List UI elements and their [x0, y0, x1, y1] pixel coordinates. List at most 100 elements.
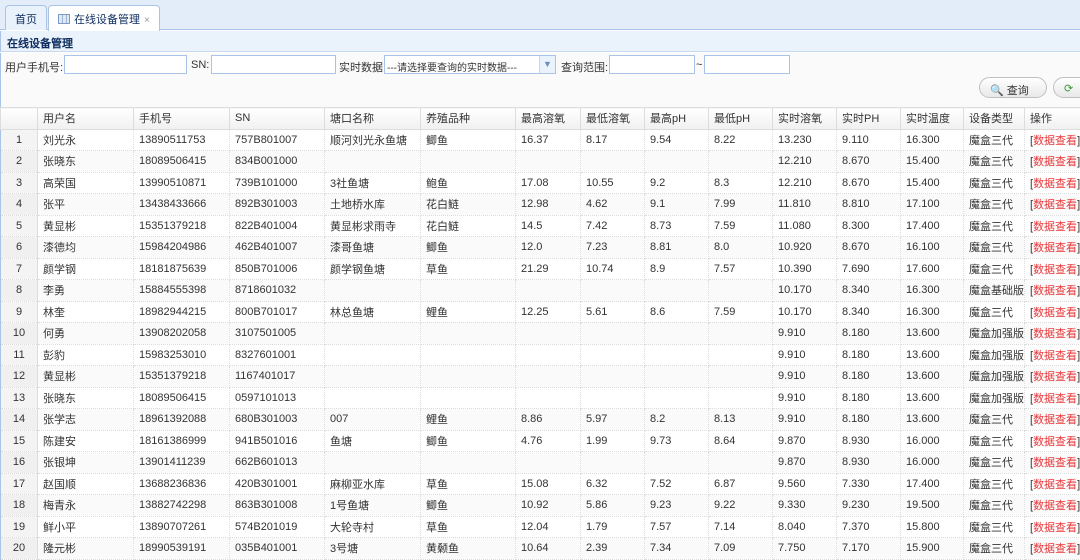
column-header[interactable]: 用户名	[38, 108, 134, 130]
view-data-link[interactable]: 数据查看	[1033, 307, 1077, 319]
table-cell	[421, 323, 516, 345]
table-row[interactable]: 6漆德均15984204986462B401007漆哥鱼塘鲫鱼12.07.238…	[1, 237, 1080, 259]
table-row[interactable]: 10何勇1390820205831075010059.9108.18013.60…	[1, 323, 1080, 345]
column-header[interactable]: 实时PH	[837, 108, 901, 130]
table-row[interactable]: 18梅青永13882742298863B3010081号鱼塘鲫鱼10.925.8…	[1, 495, 1080, 517]
table-row[interactable]: 20隆元彬18990539191035B4010013号塘黄颡鱼10.642.3…	[1, 538, 1080, 560]
table-cell	[325, 280, 421, 302]
action-cell: [数据查看][	[1025, 280, 1080, 302]
phone-input[interactable]	[64, 55, 187, 74]
row-number: 10	[1, 323, 38, 345]
view-data-link[interactable]: 数据查看	[1033, 393, 1077, 405]
table-cell	[325, 452, 421, 474]
table-row[interactable]: 13张晓东1808950641505971010139.9108.18013.6…	[1, 387, 1080, 409]
table-cell: 魔盒三代	[964, 237, 1025, 259]
table-cell: 鲫鱼	[421, 237, 516, 259]
view-data-link[interactable]: 数据查看	[1033, 199, 1077, 211]
column-header[interactable]: 操作	[1025, 108, 1080, 130]
table-cell: 757B801007	[230, 129, 325, 151]
table-row[interactable]: 4张平13438433666892B301003土地桥水库花白鲢12.984.6…	[1, 194, 1080, 216]
view-data-link[interactable]: 数据查看	[1033, 328, 1077, 340]
view-data-link[interactable]: 数据查看	[1033, 522, 1077, 534]
realtime-select[interactable]: ---请选择要查询的实时数据---▼	[384, 55, 556, 74]
view-data-link[interactable]: 数据查看	[1033, 285, 1077, 297]
table-cell: 6.32	[581, 473, 645, 495]
tab-online-devices[interactable]: 在线设备管理×	[48, 5, 160, 31]
view-data-link[interactable]: 数据查看	[1033, 457, 1077, 469]
column-header[interactable]: 养殖品种	[421, 108, 516, 130]
reset-button[interactable]: ⟳	[1053, 77, 1080, 98]
table-row[interactable]: 11彭豹1598325301083276010019.9108.18013.60…	[1, 344, 1080, 366]
table-cell	[421, 280, 516, 302]
grid-icon	[58, 14, 70, 24]
table-cell	[645, 323, 709, 345]
phone-label: 用户手机号:	[5, 59, 63, 75]
table-row[interactable]: 2张晓东18089506415834B00100012.2108.67015.4…	[1, 151, 1080, 173]
realtime-select-value: ---请选择要查询的实时数据---	[387, 63, 517, 74]
table-row[interactable]: 15陈建安18161386999941B501016鱼塘鲫鱼4.761.999.…	[1, 430, 1080, 452]
table-row[interactable]: 16张银坤13901411239662B6010139.8708.93016.0…	[1, 452, 1080, 474]
view-data-link[interactable]: 数据查看	[1033, 178, 1077, 190]
table-row[interactable]: 5黄显彬15351379218822B401004黄显彬求雨寺花白鲢14.57.…	[1, 215, 1080, 237]
column-header[interactable]: 实时溶氧	[773, 108, 837, 130]
table-cell: 18961392088	[134, 409, 230, 431]
column-header[interactable]	[1, 108, 38, 130]
close-icon[interactable]: ×	[144, 15, 150, 26]
column-header[interactable]: SN	[230, 108, 325, 130]
table-row[interactable]: 7颜学钢18181875639850B701006颜学钢鱼塘草鱼21.2910.…	[1, 258, 1080, 280]
view-data-link[interactable]: 数据查看	[1033, 264, 1077, 276]
table-cell: 9.560	[773, 473, 837, 495]
table-row[interactable]: 1刘光永13890511753757B801007顺河刘光永鱼塘鲫鱼16.378…	[1, 129, 1080, 151]
view-data-link[interactable]: 数据查看	[1033, 371, 1077, 383]
range-to-input[interactable]	[704, 55, 790, 74]
view-data-link[interactable]: 数据查看	[1033, 436, 1077, 448]
table-row[interactable]: 9林奎18982944215800B701017林总鱼塘鲤鱼12.255.618…	[1, 301, 1080, 323]
table-cell: 魔盒三代	[964, 258, 1025, 280]
table-row[interactable]: 14张学志18961392088680B301003007鲤鱼8.865.978…	[1, 409, 1080, 431]
table-cell: 大轮寺村	[325, 516, 421, 538]
view-data-link[interactable]: 数据查看	[1033, 414, 1077, 426]
column-header[interactable]: 塘口名称	[325, 108, 421, 130]
view-data-link[interactable]: 数据查看	[1033, 156, 1077, 168]
query-button[interactable]: 🔍 查询	[979, 77, 1047, 98]
view-data-link[interactable]: 数据查看	[1033, 242, 1077, 254]
action-cell: [数据查看][	[1025, 366, 1080, 388]
action-cell: [数据查看][	[1025, 387, 1080, 409]
table-cell: 李勇	[38, 280, 134, 302]
table-cell: 16.300	[901, 301, 964, 323]
view-data-link[interactable]: 数据查看	[1033, 135, 1077, 147]
view-data-link[interactable]: 数据查看	[1033, 500, 1077, 512]
table-cell: 9.110	[837, 129, 901, 151]
table-cell: 7.09	[709, 538, 773, 560]
column-header[interactable]: 实时温度	[901, 108, 964, 130]
table-row[interactable]: 17赵国顺13688236836420B301001麻柳亚水库草鱼15.086.…	[1, 473, 1080, 495]
sn-input[interactable]	[211, 55, 336, 74]
table-row[interactable]: 3高荣国13990510871739B1010003社鱼塘鲍鱼17.0810.5…	[1, 172, 1080, 194]
table-cell: 草鱼	[421, 473, 516, 495]
tab-home[interactable]: 首页	[5, 5, 47, 30]
column-header[interactable]: 最高pH	[645, 108, 709, 130]
table-cell: 9.910	[773, 387, 837, 409]
table-cell: 草鱼	[421, 516, 516, 538]
range-from-input[interactable]	[609, 55, 695, 74]
table-cell: 张银坤	[38, 452, 134, 474]
view-data-link[interactable]: 数据查看	[1033, 221, 1077, 233]
table-row[interactable]: 8李勇15884555398871860103210.1708.34016.30…	[1, 280, 1080, 302]
view-data-link[interactable]: 数据查看	[1033, 350, 1077, 362]
action-cell: [数据查看][	[1025, 301, 1080, 323]
table-cell: 17.400	[901, 215, 964, 237]
table-cell: 漆哥鱼塘	[325, 237, 421, 259]
table-cell: 12.04	[516, 516, 581, 538]
table-row[interactable]: 12黄显彬1535137921811674010179.9108.18013.6…	[1, 366, 1080, 388]
table-row[interactable]: 19鲜小平13890707261574B201019大轮寺村草鱼12.041.7…	[1, 516, 1080, 538]
column-header[interactable]: 最低pH	[709, 108, 773, 130]
column-header[interactable]: 最低溶氧	[581, 108, 645, 130]
view-data-link[interactable]: 数据查看	[1033, 543, 1077, 555]
table-cell: 魔盒三代	[964, 430, 1025, 452]
table-cell	[709, 323, 773, 345]
column-header[interactable]: 最高溶氧	[516, 108, 581, 130]
column-header[interactable]: 手机号	[134, 108, 230, 130]
column-header[interactable]: 设备类型	[964, 108, 1025, 130]
table-cell: 17.400	[901, 473, 964, 495]
view-data-link[interactable]: 数据查看	[1033, 479, 1077, 491]
